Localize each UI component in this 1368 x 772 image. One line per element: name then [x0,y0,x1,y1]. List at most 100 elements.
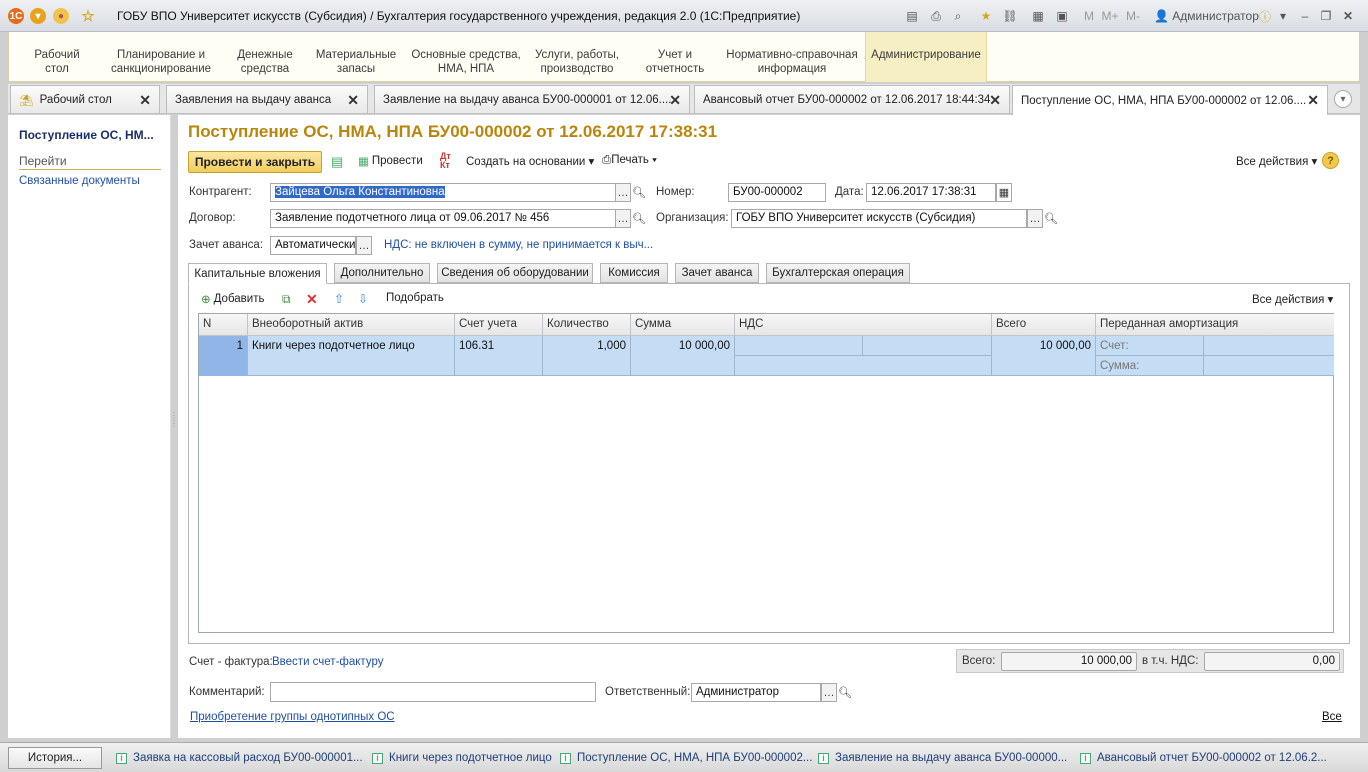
comment-field[interactable] [270,682,596,702]
splitter-handle[interactable]: ⋮ ⋮ [170,412,178,442]
select-button[interactable]: … [615,209,631,228]
column-header[interactable]: Сумма [631,314,735,336]
history-button[interactable]: История... [8,747,102,769]
calendar-icon[interactable]: ▣ [1054,7,1070,25]
group-assets-link[interactable]: Приобретение группы однотипных ОС [190,711,395,723]
advance-offset-field[interactable]: Автоматически [270,236,356,255]
section-services[interactable]: Услуги, работы, производство [531,48,623,76]
quantity-cell[interactable]: 1,000 [543,336,631,376]
add-row-button[interactable]: ⊕ Добавить [201,292,264,306]
favorites-star-icon[interactable]: ☆ [80,8,96,25]
search-icon[interactable]: 🔍︎ [1043,209,1059,228]
number-field[interactable]: БУ00-000002 [728,183,826,202]
column-header[interactable]: Количество [543,314,631,336]
section-administration[interactable]: Администрирование [865,32,987,82]
vat-amount-cell[interactable] [863,336,992,356]
close-icon[interactable]: ✕ [989,92,1001,109]
tab-advance-report[interactable]: Авансовый отчет БУ00-000002 от 12.06.201… [694,85,1010,113]
vat-rate-cell[interactable] [735,336,863,356]
tab-capital-investments[interactable]: Капитальные вложения [188,263,327,284]
info-icon[interactable]: ⓘ [1256,7,1274,25]
select-button[interactable]: … [1027,209,1043,228]
help-icon[interactable]: ? [1322,152,1339,169]
all-link[interactable]: Все [1322,711,1342,723]
calculator-icon[interactable]: ▦ [1030,7,1046,25]
dropdown-icon[interactable]: ▾ [1276,7,1290,25]
post-button[interactable]: ▦ Провести [358,154,423,168]
table-all-actions-menu[interactable]: Все действия ▾ [1252,292,1333,306]
minimize-button[interactable]: – [1298,7,1312,25]
capital-investments-table[interactable]: N Внеоборотный актив Счет учета Количест… [198,313,1334,633]
app-logo-icon[interactable]: 1С [8,8,24,24]
search-icon[interactable]: 🔍︎ [837,683,853,702]
tab-additional[interactable]: Дополнительно [334,263,430,283]
section-desktop[interactable]: Рабочий стол [29,48,85,76]
memory-plus-button[interactable]: M+ [1100,7,1120,25]
search-icon[interactable]: 🔍︎ [631,183,647,202]
tab-accounting-operation[interactable]: Бухгалтерская операция [766,263,910,283]
column-header[interactable]: Всего [992,314,1096,336]
column-header[interactable]: Переданная амортизация [1096,314,1334,336]
enter-invoice-link[interactable]: Ввести счет-фактуру [272,656,383,668]
responsible-field[interactable]: Администратор [691,683,821,702]
close-window-button[interactable]: ✕ [1340,7,1356,25]
calendar-icon[interactable]: ▦ [996,183,1012,202]
home-icon[interactable]: ● [53,8,69,24]
sum-cell[interactable]: 10 000,00 [631,336,735,376]
journal-dt-kt-icon[interactable]: Дт Кт [440,152,451,170]
date-field[interactable]: 12.06.2017 17:38:31 [866,183,996,202]
memory-m-button[interactable]: M [1082,7,1096,25]
close-icon[interactable]: ✕ [1307,92,1319,109]
history-item[interactable]: i Заявка на кассовый расход БУ00-000001..… [116,752,363,764]
create-based-on-menu[interactable]: Создать на основании ▾ [466,154,594,168]
memory-minus-button[interactable]: M- [1124,7,1142,25]
save-icon[interactable]: ▤ [331,154,343,170]
total-cell[interactable]: 10 000,00 [992,336,1096,376]
menu-icon[interactable]: ▾ [30,8,46,24]
tab-equipment[interactable]: Сведения об оборудовании [437,263,593,283]
pick-button[interactable]: Подобрать [386,292,444,304]
print-menu[interactable]: ⎙Печать ▾ [602,154,657,167]
save-icon[interactable]: ▤ [904,7,920,25]
tabs-overflow-icon[interactable]: ▾ [1334,90,1352,108]
section-money[interactable]: Денежные средства [231,48,299,76]
amortization-sum-cell[interactable] [1204,356,1334,376]
column-header[interactable]: НДС [735,314,992,336]
tab-commission[interactable]: Комиссия [600,263,668,283]
contract-field[interactable]: Заявление подотчетного лица от 09.06.201… [270,209,616,228]
move-down-icon[interactable]: ⇩ [358,292,368,306]
close-icon[interactable]: ✕ [139,92,151,109]
tab-advance-requests[interactable]: Заявления на выдачу аванса ✕ [166,85,368,113]
post-and-close-button[interactable]: Провести и закрыть [188,151,322,173]
section-fixed-assets[interactable]: Основные средства, НМА, НПА [409,48,523,76]
tab-advance-offset[interactable]: Зачет аванса [675,263,759,283]
copy-row-icon[interactable]: ⧉ [282,292,291,307]
asset-cell[interactable]: Книги через подотчетное лицо [248,336,455,376]
restore-button[interactable]: ❐ [1318,7,1334,25]
organization-field[interactable]: ГОБУ ВПО Университет искусств (Субсидия) [731,209,1027,228]
tab-desktop[interactable]: ⛱ Рабочий стол ✕ [10,85,160,113]
vat-account-cell[interactable] [735,356,992,376]
print-icon[interactable]: ⎙ [928,7,944,25]
history-item[interactable]: i Книги через подотчетное лицо [372,752,552,764]
select-button[interactable]: … [615,183,631,202]
column-header[interactable]: Внеоборотный актив [248,314,455,336]
user-menu[interactable]: 👤 Администратор [1154,7,1259,25]
section-reference[interactable]: Нормативно-справочная информация [725,48,859,76]
close-icon[interactable]: ✕ [669,92,681,109]
history-item[interactable]: i Авансовый отчет БУ00-000002 от 12.06.2.… [1080,752,1327,764]
delete-row-icon[interactable]: ✕ [306,291,318,308]
vat-settings-link[interactable]: НДС: не включен в сумму, не принимается … [384,239,653,251]
counterparty-field[interactable]: Зайцева Ольга Константиновна [270,183,616,202]
link-icon[interactable]: ⛓ [1002,7,1018,25]
table-row[interactable]: 1 Книги через подотчетное лицо 106.31 1,… [199,336,1334,376]
section-planning[interactable]: Планирование и санкционирование [105,48,217,76]
close-icon[interactable]: ✕ [347,92,359,109]
tab-advance-request-doc[interactable]: Заявление на выдачу аванса БУ00-000001 о… [374,85,690,113]
all-actions-menu[interactable]: Все действия ▾ [1236,154,1317,168]
amortization-account-cell[interactable] [1204,336,1334,356]
add-favorite-icon[interactable]: ★ [978,7,994,25]
account-cell[interactable]: 106.31 [455,336,543,376]
history-item[interactable]: i Поступление ОС, НМА, НПА БУ00-000002... [560,752,812,764]
section-accounting[interactable]: Учет и отчетность [641,48,709,76]
